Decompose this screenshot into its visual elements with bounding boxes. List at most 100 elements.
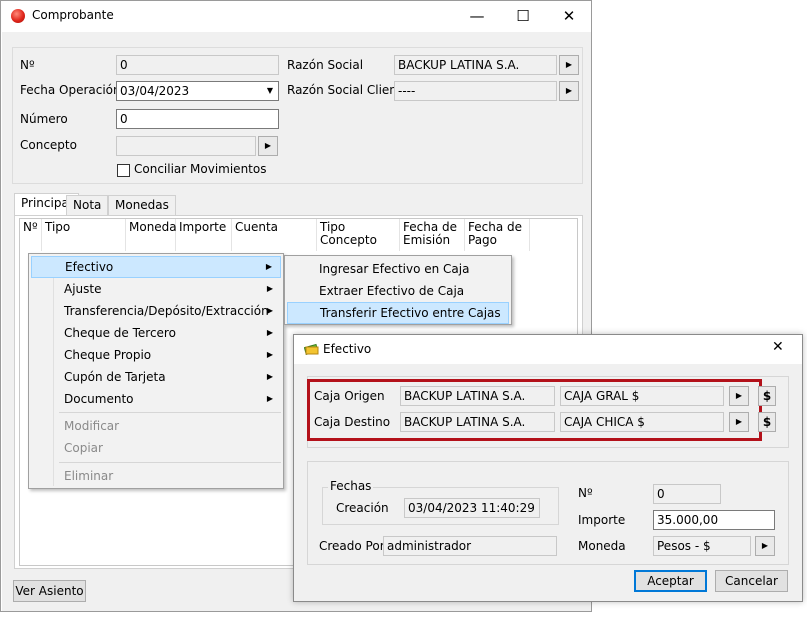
efectivo-dialog: Efectivo ✕ Caja Origen BACKUP LATINA S.A… [293, 334, 803, 602]
submenu-arrow-icon: ▶ [266, 394, 273, 403]
concepto-field [116, 136, 256, 156]
close-button[interactable]: ✕ [546, 1, 592, 32]
menu-separator [59, 412, 281, 413]
submenu-arrow-icon: ▶ [266, 350, 273, 359]
numero-input[interactable]: 0 [116, 109, 279, 129]
tab-strip: Principal Nota Monedas [14, 193, 584, 217]
razon-social-label: Razón Social [287, 58, 364, 72]
fechas-group-label: Fechas [328, 479, 374, 493]
ver-asiento-button[interactable]: Ver Asiento [13, 580, 86, 602]
cancelar-button[interactable]: Cancelar [715, 570, 788, 592]
menu-item-modificar: Modificar [64, 419, 120, 433]
menu-item-label: Efectivo [65, 260, 114, 274]
submenu-item-ingresar-efectivo[interactable]: Ingresar Efectivo en Caja [287, 258, 509, 280]
menu-item-cupon-tarjeta[interactable]: Cupón de Tarjeta ▶ [31, 366, 281, 388]
moneda-select-button[interactable]: ▶ [755, 536, 775, 556]
moneda-field: Pesos - $ [653, 536, 751, 556]
menu-item-eliminar: Eliminar [64, 469, 114, 483]
dialog-close-button[interactable]: ✕ [772, 339, 784, 355]
dialog-nro-field: 0 [653, 484, 721, 504]
play-arrow-icon: ▶ [565, 60, 573, 69]
menu-item-efectivo[interactable]: Efectivo ▶ [31, 256, 281, 278]
menu-item-cheque-propio[interactable]: Cheque Propio ▶ [31, 344, 281, 366]
menu-item-cheque-tercero[interactable]: Cheque de Tercero ▶ [31, 322, 281, 344]
razon-social-cliente-select-button[interactable]: ▶ [559, 81, 579, 101]
column-header-nro[interactable]: Nº [20, 219, 42, 251]
play-arrow-icon: ▶ [264, 141, 272, 150]
menu-item-documento[interactable]: Documento ▶ [31, 388, 281, 410]
menu-item-label: Ajuste [64, 282, 102, 296]
menu-separator [59, 462, 281, 463]
column-header-cuenta[interactable]: Cuenta [232, 219, 317, 251]
razon-social-select-button[interactable]: ▶ [559, 55, 579, 75]
submenu-item-extraer-efectivo[interactable]: Extraer Efectivo de Caja [287, 280, 509, 302]
nro-label: Nº [20, 58, 35, 72]
fecha-operacion-picker[interactable]: 03/04/2023 ▼ [116, 81, 279, 101]
minimize-button[interactable]: — [454, 1, 500, 32]
creacion-field: 03/04/2023 11:40:29 [404, 498, 540, 518]
dialog-nro-label: Nº [578, 486, 593, 500]
column-header-fecha-emision[interactable]: Fecha de Emisión [400, 219, 465, 251]
caja-destino-currency-button[interactable]: $ [758, 412, 776, 432]
context-menu: Efectivo ▶ Ajuste ▶ Transferencia/Depósito… [28, 253, 284, 489]
caja-origen-caja-field: CAJA GRAL $ [560, 386, 724, 406]
submenu-arrow-icon: ▶ [266, 328, 273, 337]
numero-label: Número [20, 112, 68, 126]
menu-item-label: Cheque de Tercero [64, 326, 176, 340]
nro-field: 0 [116, 55, 279, 75]
title-bar[interactable]: Comprobante — ☐ ✕ [1, 1, 591, 32]
play-arrow-icon: ▶ [761, 541, 769, 550]
creado-por-label: Creado Por [319, 539, 385, 553]
play-arrow-icon: ▶ [735, 417, 743, 426]
caja-origen-label: Caja Origen [314, 389, 385, 403]
column-header-tipo[interactable]: Tipo [42, 219, 126, 251]
concepto-select-button[interactable]: ▶ [258, 136, 278, 156]
play-arrow-icon: ▶ [735, 391, 743, 400]
concepto-label: Concepto [20, 138, 77, 152]
menu-item-label: Transferencia/Depósito/Extracción [64, 304, 269, 318]
caja-destino-label: Caja Destino [314, 415, 391, 429]
creado-por-field: administrador [383, 536, 557, 556]
conciliar-movimientos-checkbox[interactable] [117, 164, 130, 177]
dialog-title: Efectivo [323, 342, 372, 356]
razon-social-field: BACKUP LATINA S.A. [394, 55, 557, 75]
submenu-arrow-icon: ▶ [266, 306, 273, 315]
tab-monedas[interactable]: Monedas [108, 195, 176, 215]
razon-social-cliente-label: Razón Social Cliente [287, 83, 410, 97]
tab-nota[interactable]: Nota [66, 195, 109, 215]
submenu-item-transferir-efectivo[interactable]: Transferir Efectivo entre Cajas [287, 302, 509, 324]
creacion-label: Creación [336, 501, 389, 515]
importe-input[interactable]: 35.000,00 [653, 510, 775, 530]
column-header-importe[interactable]: Importe [176, 219, 232, 251]
submenu-arrow-icon: ▶ [265, 262, 272, 271]
menu-item-label: Documento [64, 392, 134, 406]
submenu-arrow-icon: ▶ [266, 284, 273, 293]
play-arrow-icon: ▶ [565, 86, 573, 95]
column-header-fecha-pago[interactable]: Fecha de Pago [465, 219, 530, 251]
fecha-operacion-label: Fecha Operación [20, 83, 121, 97]
importe-label: Importe [578, 513, 626, 527]
header-panel: Nº 0 Fecha Operación 03/04/2023 ▼ Número… [12, 47, 583, 184]
cash-icon [303, 343, 319, 356]
maximize-button[interactable]: ☐ [500, 1, 546, 32]
window-title: Comprobante [32, 8, 114, 22]
column-header-moneda[interactable]: Moneda [126, 219, 177, 251]
dialog-title-bar[interactable]: Efectivo ✕ [294, 335, 802, 364]
menu-item-label: Cupón de Tarjeta [64, 370, 166, 384]
caja-destino-select-button[interactable]: ▶ [729, 412, 749, 432]
menu-item-copiar: Copiar [64, 441, 103, 455]
caja-origen-empresa-field: BACKUP LATINA S.A. [400, 386, 555, 406]
razon-social-cliente-field: ---- [394, 81, 557, 101]
caja-destino-caja-field: CAJA CHICA $ [560, 412, 724, 432]
caja-origen-currency-button[interactable]: $ [758, 386, 776, 406]
column-header-tipo-concepto[interactable]: Tipo Concepto [317, 219, 400, 251]
fecha-operacion-value: 03/04/2023 [120, 84, 190, 98]
caja-destino-empresa-field: BACKUP LATINA S.A. [400, 412, 555, 432]
caja-origen-select-button[interactable]: ▶ [729, 386, 749, 406]
menu-item-ajuste[interactable]: Ajuste ▶ [31, 278, 281, 300]
app-logo-icon [11, 9, 25, 23]
submenu-arrow-icon: ▶ [266, 372, 273, 381]
aceptar-button[interactable]: Aceptar [634, 570, 707, 592]
dropdown-arrow-icon[interactable]: ▼ [267, 82, 273, 100]
menu-item-transferencia[interactable]: Transferencia/Depósito/Extracción ▶ [31, 300, 281, 322]
